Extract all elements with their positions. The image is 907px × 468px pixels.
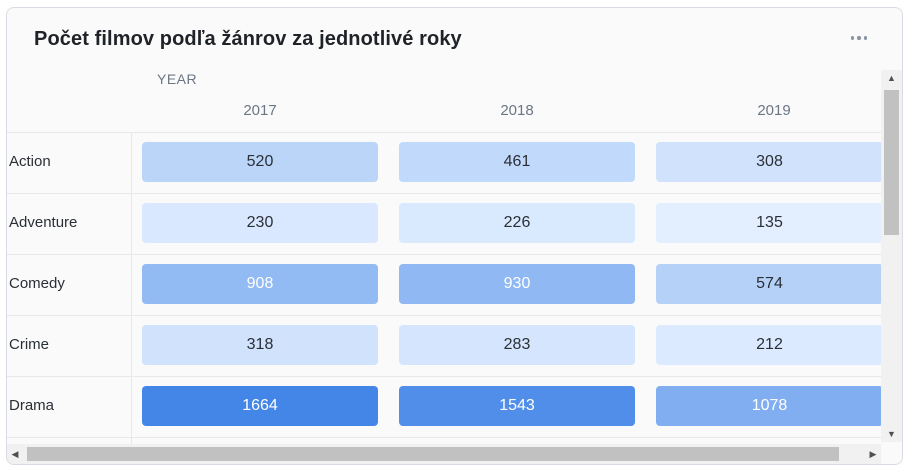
value-cell-comedy-2017[interactable]: 908 (142, 264, 378, 304)
column-header-2019: 2019 (757, 102, 791, 119)
value-cell-crime-2017[interactable]: 318 (142, 325, 378, 365)
column-group-label: YEAR (157, 71, 198, 87)
row-divider (7, 254, 881, 255)
value-cell-drama-2019[interactable]: 1078 (656, 386, 883, 426)
row-label-crime: Crime (9, 336, 49, 353)
arrow-right-icon[interactable]: ▶ (865, 444, 881, 464)
arrow-left-icon[interactable]: ◀ (7, 444, 23, 464)
column-header-2017: 2017 (243, 102, 277, 119)
vertical-scrollbar[interactable]: ▲ ▼ (881, 70, 902, 442)
value-cell-action-2019[interactable]: 308 (656, 142, 883, 182)
value-cell-action-2018[interactable]: 461 (399, 142, 635, 182)
row-divider (7, 193, 881, 194)
row-label-drama: Drama (9, 397, 55, 414)
column-header-2018: 2018 (500, 102, 534, 119)
arrow-down-icon[interactable]: ▼ (881, 426, 902, 442)
row-divider (7, 376, 881, 377)
value-cell-crime-2019[interactable]: 212 (656, 325, 883, 365)
value-cell-drama-2017[interactable]: 1664 (142, 386, 378, 426)
card-title: Počet filmov podľa žánrov za jednotlivé … (34, 28, 462, 50)
value-cell-comedy-2018[interactable]: 930 (399, 264, 635, 304)
row-label-comedy: Comedy (9, 275, 65, 292)
row-header-divider (131, 132, 132, 452)
value-cell-adventure-2017[interactable]: 230 (142, 203, 378, 243)
row-divider (7, 437, 881, 438)
value-cell-drama-2018[interactable]: 1543 (399, 386, 635, 426)
horizontal-scrollbar[interactable]: ◀ ▶ (7, 444, 881, 464)
row-label-action: Action (9, 153, 51, 170)
value-cell-adventure-2018[interactable]: 226 (399, 203, 635, 243)
row-divider (7, 315, 881, 316)
value-cell-crime-2018[interactable]: 283 (399, 325, 635, 365)
pivot-card: Počet filmov podľa žánrov za jednotlivé … (6, 7, 903, 465)
value-cell-action-2017[interactable]: 520 (142, 142, 378, 182)
arrow-up-icon[interactable]: ▲ (881, 70, 902, 86)
horizontal-scroll-thumb[interactable] (27, 447, 839, 461)
vertical-scroll-thumb[interactable] (884, 90, 899, 235)
value-cell-comedy-2019[interactable]: 574 (656, 264, 883, 304)
more-options-icon[interactable] (847, 30, 871, 46)
row-label-adventure: Adventure (9, 214, 78, 231)
value-cell-adventure-2019[interactable]: 135 (656, 203, 883, 243)
row-divider (7, 132, 881, 133)
